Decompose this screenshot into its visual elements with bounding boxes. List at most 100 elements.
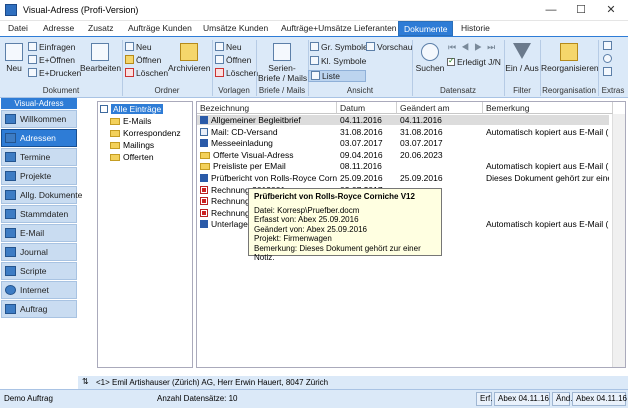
reorganisieren-button[interactable]: Reorganisieren: [541, 43, 599, 73]
tab-zusatz[interactable]: Zusatz: [83, 21, 119, 36]
ordner-loeschen-button[interactable]: Löschen: [125, 68, 168, 78]
dokument-neu-button[interactable]: Neu: [3, 43, 25, 73]
maximize-button[interactable]: ☐: [566, 0, 596, 21]
nav-item-projekte[interactable]: Projekte: [1, 167, 77, 185]
mail-merge-icon: [273, 43, 291, 61]
suchen-label: Suchen: [415, 63, 445, 73]
tab-umsaetze-kunden[interactable]: Umsätze Kunden: [198, 21, 273, 36]
table-cell-datum: 03.07.2017: [340, 138, 397, 148]
table-cell-bemerkung: Dieses Dokument gehört zur einer N...: [486, 173, 609, 183]
column-header-bezeichnung[interactable]: Bezeichnung: [197, 102, 337, 114]
table-row[interactable]: Preisliste per EMail 08.11.2016 Automatisc…: [197, 161, 609, 171]
record-navigation[interactable]: ⏮◀▶⏭: [448, 42, 500, 53]
cell-text: 20.06.2023: [400, 149, 443, 160]
prev-record-icon[interactable]: ◀: [461, 42, 474, 52]
extras-print-button[interactable]: [603, 67, 614, 77]
tab-auftraege-kunden[interactable]: Aufträge Kunden: [123, 21, 197, 36]
filter-ein-aus-button[interactable]: Ein / Aus: [505, 43, 539, 73]
column-header-datum[interactable]: Datum: [337, 102, 397, 114]
group-ansicht-label: Ansicht: [346, 86, 374, 95]
ordner-neu-button[interactable]: Neu: [125, 42, 152, 52]
pdf-file-icon: [200, 185, 208, 194]
e-oeffnen-button[interactable]: E+Öffnen: [28, 55, 75, 65]
erledigt-checkbox[interactable]: [447, 56, 455, 66]
tab-auftraege-umsaetze-lieferanten[interactable]: Aufträge+Umsätze Lieferanten: [276, 21, 402, 36]
vorlagen-loeschen-button[interactable]: Löschen: [215, 68, 258, 78]
status-record-count: Anzahl Datensätze: 10: [157, 394, 238, 403]
new-template-icon: [215, 42, 224, 51]
order-icon: [5, 304, 16, 314]
nav-item-email[interactable]: E-Mail: [1, 224, 77, 242]
cell-text: Automatisch kopiert aus E-Mail (Post...: [486, 126, 609, 137]
nav-item-termine[interactable]: Termine: [1, 148, 77, 166]
doc-file-icon: [200, 139, 208, 148]
print-icon: [28, 68, 37, 77]
einfragen-button[interactable]: Einfragen: [28, 42, 75, 52]
table-cell-datum: 08.11.2016: [340, 161, 397, 171]
vertical-scrollbar[interactable]: [612, 114, 625, 367]
doc-file-icon: [200, 220, 208, 229]
table-row[interactable]: Messeeinladung 03.07.2017 03.07.2017: [197, 138, 609, 148]
window-title: Visual-Adress (Profi-Version): [23, 5, 139, 15]
tree-item-offerten[interactable]: Offerten: [110, 152, 154, 162]
nav-item-label: Adressen: [20, 133, 56, 143]
mail-file-icon: [200, 127, 208, 136]
nav-item-auftrag[interactable]: Auftrag: [1, 300, 77, 318]
cell-text: Prüfbericht von Rolls-Royce Corni...: [211, 173, 337, 183]
ribbon: Neu Einfragen E+Öffnen E+Drucken Bearbei…: [0, 36, 628, 98]
gr-symbole-button[interactable]: Gr. Symbole: [310, 42, 368, 52]
switch-icon[interactable]: ⇅: [82, 377, 89, 386]
vorschau-button[interactable]: Vorschau: [366, 42, 412, 52]
ribbon-tabs: Datei Adresse Zusatz Aufträge Kunden Ums…: [0, 21, 628, 36]
status-mode: Demo Auftrag: [4, 394, 53, 403]
column-header-geaendert[interactable]: Geändert am: [397, 102, 483, 114]
vorlagen-neu-button[interactable]: Neu: [215, 42, 242, 52]
bearbeiten-button[interactable]: Bearbeiten: [80, 43, 121, 73]
table-row[interactable]: Prüfbericht von Rolls-Royce Corni... 25.0…: [197, 173, 609, 183]
tab-dokumente[interactable]: Dokumente: [398, 21, 454, 36]
nav-item-stammdaten[interactable]: Stammdaten: [1, 205, 77, 223]
column-header-bemerkung[interactable]: Bemerkung: [483, 102, 613, 114]
nav-item-allg-dokumente[interactable]: Allg. Dokumente: [1, 186, 82, 204]
calendar-icon: [5, 152, 16, 162]
close-button[interactable]: ✕: [596, 0, 626, 21]
group-ordner-label: Ordner: [154, 86, 180, 95]
nav-item-label: Scripte: [20, 266, 47, 276]
nav-item-internet[interactable]: Internet: [1, 281, 77, 299]
extras-help-button[interactable]: [603, 54, 614, 64]
tree-root[interactable]: Alle Einträge: [100, 104, 164, 114]
table-row[interactable]: Offerte Visual-Adress 09.04.2016 20.06.202…: [197, 150, 609, 160]
small-icons-icon: [310, 56, 319, 65]
tree-item-korrespondenz[interactable]: Korrespondenz: [110, 128, 181, 138]
filter-ein-aus-label: Ein / Aus: [505, 63, 539, 73]
tab-historie[interactable]: Historie: [456, 21, 495, 36]
tree-item-mailings[interactable]: Mailings: [110, 140, 154, 150]
table-cell-datum: 09.04.2016: [340, 150, 397, 160]
nav-item-willkommen[interactable]: Willkommen: [1, 110, 77, 128]
group-reorg-label: Reorganisation: [542, 86, 596, 95]
e-drucken-button[interactable]: E+Drucken: [28, 68, 81, 78]
first-record-icon[interactable]: ⏮: [448, 42, 461, 52]
nav-item-journal[interactable]: Journal: [1, 243, 77, 261]
kl-symbole-button[interactable]: Kl. Symbole: [310, 56, 366, 66]
serienbriefe-button[interactable]: Serien- Briefe / Mails: [258, 43, 307, 83]
erledigt-toggle[interactable]: Erledigt J/N: [447, 56, 501, 67]
last-record-icon[interactable]: ⏭: [487, 42, 500, 52]
liste-button[interactable]: Liste: [308, 70, 366, 82]
extras-settings-button[interactable]: [603, 41, 614, 51]
ordner-oeffnen-button[interactable]: Öffnen: [125, 55, 161, 65]
tree-item-emails[interactable]: E-Mails: [110, 116, 151, 126]
next-record-icon[interactable]: ▶: [474, 42, 487, 52]
nav-item-label: Willkommen: [20, 114, 67, 124]
table-row[interactable]: Mail: CD-Versand 31.08.2016 31.08.2016 Auto…: [197, 127, 609, 137]
nav-item-scripte[interactable]: Scripte: [1, 262, 77, 280]
vorlagen-oeffnen-button[interactable]: Öffnen: [215, 55, 251, 65]
suchen-button[interactable]: Suchen: [414, 43, 446, 73]
nav-item-adressen[interactable]: Adressen: [1, 129, 77, 147]
minimize-button[interactable]: —: [536, 0, 566, 21]
tab-datei[interactable]: Datei: [3, 21, 33, 36]
e-oeffnen-label: E+Öffnen: [39, 55, 75, 65]
archivieren-button[interactable]: Archivieren: [168, 43, 211, 73]
tab-adresse[interactable]: Adresse: [38, 21, 79, 36]
table-row[interactable]: Allgemeiner Begleitbrief 04.11.2016 04.11.…: [197, 115, 609, 125]
